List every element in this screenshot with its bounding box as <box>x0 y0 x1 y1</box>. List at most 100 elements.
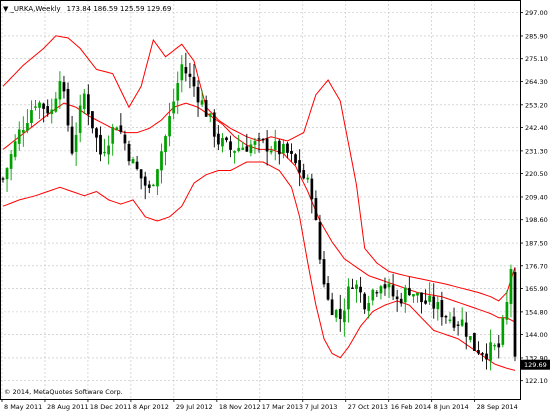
candle-body <box>510 269 512 304</box>
candle-body <box>315 198 317 220</box>
x-tick-label: 18 Dec 2011 <box>90 403 132 411</box>
candle-body <box>278 141 280 154</box>
candle-body <box>506 302 508 319</box>
candle-body <box>148 185 150 188</box>
candle-body <box>298 160 300 172</box>
candle-body <box>107 146 109 154</box>
candle-body <box>485 354 487 360</box>
candle-body <box>416 293 418 295</box>
candle-body <box>376 292 378 293</box>
candle-body <box>172 102 174 114</box>
x-tick-label: 27 Oct 2013 <box>348 403 388 411</box>
y-tick-label: 165.90 <box>525 285 548 293</box>
ohlc-readout: 173.84 186.59 125.59 129.69 <box>67 5 172 13</box>
x-tick-label: 28 Aug 2011 <box>47 403 89 411</box>
grid <box>0 0 520 399</box>
y-tick-label: 285.90 <box>525 32 548 40</box>
x-tick-label: 28 Sep 2014 <box>477 403 518 411</box>
candle-body <box>132 159 134 163</box>
candle-body <box>177 83 179 100</box>
candle-body <box>347 287 349 310</box>
candle-body <box>152 185 154 186</box>
candle-body <box>270 151 272 153</box>
candle-body <box>412 294 414 296</box>
candle-body <box>441 300 443 317</box>
candle-body <box>112 127 114 143</box>
candle-body <box>343 311 345 322</box>
candle-body <box>75 135 77 152</box>
candle-body <box>493 345 495 346</box>
y-tick-label: 144.00 <box>525 331 548 339</box>
y-tick-label: 297.00 <box>525 9 548 17</box>
candle-body <box>254 141 256 144</box>
candle-body <box>99 135 101 154</box>
candle-body <box>294 154 296 163</box>
candle-body <box>22 130 24 132</box>
candle-body <box>392 285 394 296</box>
x-tick-label: 17 Mar 2013 <box>262 403 303 411</box>
candle-body <box>380 286 382 293</box>
candle-body <box>30 110 32 123</box>
candle-body <box>124 135 126 143</box>
candle-body <box>10 154 12 169</box>
upper-band-line <box>3 36 515 301</box>
candle-body <box>120 126 122 132</box>
candle-body <box>237 148 239 151</box>
candle-body <box>355 285 357 289</box>
candle-body <box>221 138 223 146</box>
x-tick-label: 8 May 2011 <box>4 403 42 411</box>
candle-body <box>359 287 361 292</box>
candle-body <box>319 222 321 259</box>
candle-body <box>420 293 422 302</box>
candle-body <box>189 74 191 77</box>
candle-body <box>473 333 475 351</box>
candle-body <box>266 139 268 152</box>
candle-body <box>307 178 309 179</box>
candle-body <box>193 77 195 86</box>
candle-body <box>372 290 374 300</box>
candle-body <box>489 342 491 360</box>
candle-body <box>461 320 463 326</box>
candle-body <box>55 99 57 112</box>
candle-body <box>388 284 390 287</box>
collapse-triangle-icon[interactable]: ▼ <box>3 5 8 13</box>
candle-body <box>63 82 65 91</box>
candle-body <box>205 100 207 116</box>
candle-body <box>274 141 276 149</box>
copyright-text: © 2014, MetaQuotes Software Corp. <box>4 388 123 396</box>
candle-body <box>424 301 426 304</box>
x-tick-label: 8 Jun 2014 <box>434 403 469 411</box>
y-tick-label: 264.30 <box>525 78 548 86</box>
candle-body <box>95 128 97 137</box>
chart-title-bar: ▼ _URKA,Weekly 173.84 186.59 125.59 129.… <box>3 3 171 15</box>
candle-body <box>79 106 81 133</box>
candle-body <box>258 138 260 139</box>
candle-body <box>201 100 203 104</box>
y-tick-label: 275.10 <box>525 55 548 63</box>
candle-body <box>327 283 329 299</box>
candle-body <box>128 144 130 161</box>
candle-body <box>116 128 118 131</box>
candle-body <box>71 127 73 154</box>
y-tick-label: 187.50 <box>525 240 548 248</box>
candle-body <box>311 179 313 199</box>
x-tick-label: 18 Nov 2012 <box>219 403 261 411</box>
y-tick-label: 220.50 <box>525 170 548 178</box>
candle-body <box>144 177 146 186</box>
candle-body <box>404 288 406 302</box>
last-price-label: 129.69 <box>524 361 547 369</box>
candle-body <box>351 288 353 289</box>
candle-body <box>502 318 504 344</box>
candle-body <box>18 130 20 144</box>
plot-frame <box>1 1 521 400</box>
candle-body <box>368 303 370 311</box>
candle-body <box>465 323 467 337</box>
candle-body <box>514 272 516 356</box>
candle-body <box>282 144 284 153</box>
candle-body <box>331 300 333 315</box>
candle-body <box>477 350 479 353</box>
candle-body <box>6 168 8 179</box>
candle-body <box>498 344 500 348</box>
x-tick-label: 8 Apr 2012 <box>133 403 169 411</box>
y-tick-label: 198.60 <box>525 216 548 224</box>
